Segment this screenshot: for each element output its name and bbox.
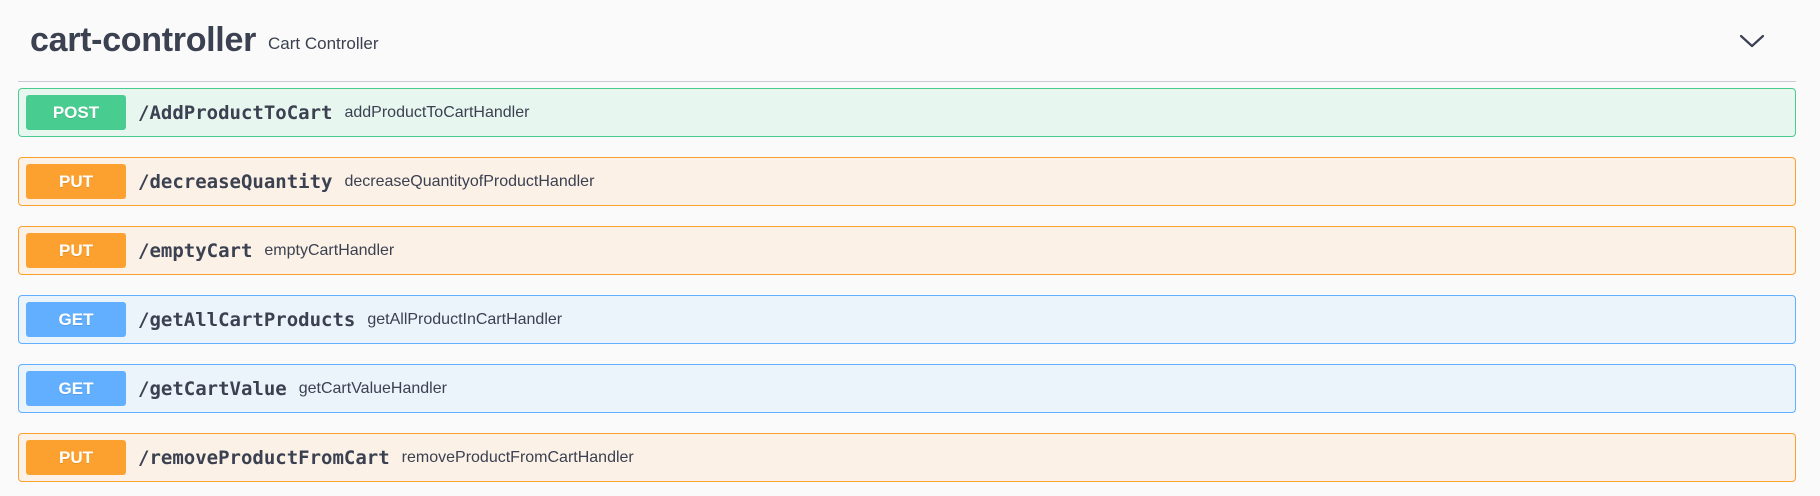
operation-row[interactable]: PUT /decreaseQuantity decreaseQuantityof… <box>18 157 1796 206</box>
operation-summary: getAllProductInCartHandler <box>367 310 563 328</box>
operation-summary: addProductToCartHandler <box>344 103 530 121</box>
method-badge: PUT <box>26 233 126 268</box>
method-badge: PUT <box>26 440 126 475</box>
tag-name: cart-controller <box>30 21 256 59</box>
operation-path: /emptyCart <box>138 239 253 262</box>
chevron-down-icon[interactable] <box>1738 27 1766 55</box>
operation-row[interactable]: GET /getCartValue getCartValueHandler <box>18 364 1796 413</box>
method-badge: PUT <box>26 164 126 199</box>
method-badge: GET <box>26 371 126 406</box>
operation-summary: removeProductFromCartHandler <box>401 448 634 466</box>
operation-path: /removeProductFromCart <box>138 446 390 469</box>
operation-row[interactable]: PUT /removeProductFromCart removeProduct… <box>18 433 1796 482</box>
operation-path: /getAllCartProducts <box>138 308 356 331</box>
operation-path: /decreaseQuantity <box>138 170 333 193</box>
swagger-tag-section: cart-controller Cart Controller POST /Ad… <box>0 0 1820 496</box>
method-badge: POST <box>26 95 126 130</box>
operation-row[interactable]: POST /AddProductToCart addProductToCartH… <box>18 88 1796 137</box>
operation-summary: emptyCartHandler <box>264 241 395 259</box>
operation-summary: getCartValueHandler <box>298 379 447 397</box>
tag-description: Cart Controller <box>268 33 379 53</box>
operation-row[interactable]: GET /getAllCartProducts getAllProductInC… <box>18 295 1796 344</box>
operations-list: POST /AddProductToCart addProductToCartH… <box>18 82 1796 482</box>
operation-path: /AddProductToCart <box>138 101 333 124</box>
operation-row[interactable]: PUT /emptyCart emptyCartHandler <box>18 226 1796 275</box>
operation-path: /getCartValue <box>138 377 287 400</box>
tag-header[interactable]: cart-controller Cart Controller <box>18 0 1796 82</box>
operation-summary: decreaseQuantityofProductHandler <box>344 172 595 190</box>
method-badge: GET <box>26 302 126 337</box>
